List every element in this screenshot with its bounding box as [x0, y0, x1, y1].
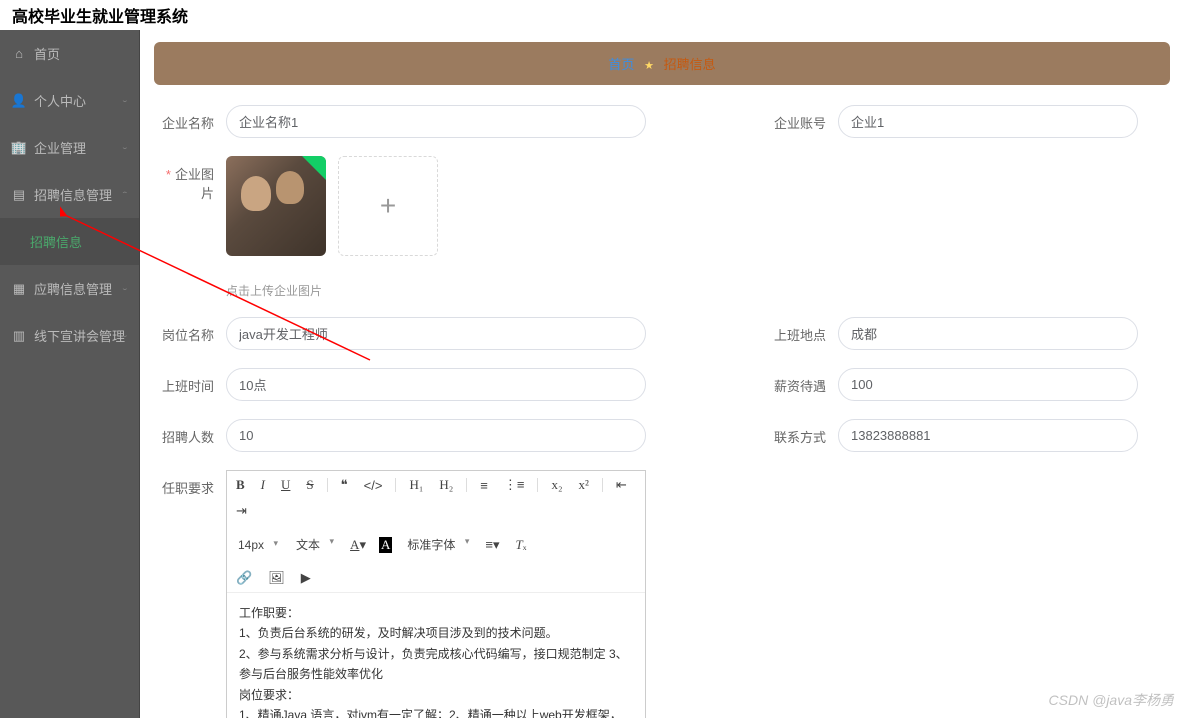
breadcrumb-current: 招聘信息: [664, 57, 716, 72]
contact-input[interactable]: [838, 419, 1138, 452]
image-button[interactable]: 🖼: [265, 568, 288, 588]
chevron-down-icon: ⌄: [121, 97, 129, 104]
block-select[interactable]: 文本: [291, 533, 337, 556]
plus-icon: +: [380, 190, 396, 222]
label-salary: 薪资待遇: [766, 368, 826, 395]
ul-button[interactable]: ⋮≡: [501, 475, 528, 495]
chevron-down-icon: ⌄: [121, 144, 129, 151]
calendar-icon: ▥: [12, 329, 26, 343]
editor-toolbar: B I U S ❝ </> H₁ H₂ ≡ ⋮≡ x₂: [227, 471, 645, 593]
uploaded-image-thumbnail[interactable]: [226, 156, 326, 256]
salary-input[interactable]: [838, 368, 1138, 401]
breadcrumb-home[interactable]: 首页: [608, 57, 634, 72]
label-work-location: 上班地点: [766, 317, 826, 344]
nav-home[interactable]: ⌂ 首页: [0, 30, 139, 77]
nav-label: 线下宣讲会管理: [34, 326, 125, 345]
font-family-select[interactable]: 标准字体: [402, 533, 472, 556]
clear-format-button[interactable]: Tₓ: [513, 535, 530, 555]
align-button[interactable]: ≡▾: [482, 535, 502, 555]
editor-textarea[interactable]: 工作职要： 1、负责后台系统的研发，及时解决项目涉及到的技术问题。 2、参与系统…: [227, 593, 645, 718]
company-account-input[interactable]: [838, 105, 1138, 138]
nav-label: 企业管理: [34, 138, 86, 157]
italic-button[interactable]: I: [258, 475, 268, 495]
company-name-input[interactable]: [226, 105, 646, 138]
rich-text-editor: B I U S ❝ </> H₁ H₂ ≡ ⋮≡ x₂: [226, 470, 646, 718]
h2-button[interactable]: H₂: [436, 475, 456, 495]
check-icon: [302, 156, 326, 180]
job-name-input[interactable]: [226, 317, 646, 350]
indent-button[interactable]: ⇥: [233, 501, 250, 521]
nav-label: 应聘信息管理: [34, 279, 112, 298]
chevron-down-icon: ⌄: [121, 332, 129, 339]
breadcrumb: 首页 ★ 招聘信息: [154, 42, 1170, 85]
nav-label: 首页: [34, 44, 60, 63]
sidebar: ⌂ 首页 👤 个人中心 ⌄ 🏢 企业管理 ⌄ ▤ 招聘信息管理 ⌃ 招聘信息 ▦…: [0, 30, 140, 718]
bg-color-button[interactable]: A: [379, 537, 392, 553]
outdent-button[interactable]: ⇤: [613, 475, 630, 495]
upload-hint: 点击上传企业图片: [226, 282, 438, 299]
work-time-input[interactable]: [226, 368, 646, 401]
label-hire-count: 招聘人数: [154, 419, 214, 446]
building-icon: 🏢: [12, 141, 26, 155]
nav-recruit[interactable]: ▤ 招聘信息管理 ⌃: [0, 171, 139, 218]
label-work-time: 上班时间: [154, 368, 214, 395]
chevron-down-icon: ⌄: [121, 285, 129, 292]
label-company-image: 企业图片: [154, 156, 214, 202]
work-location-input[interactable]: [838, 317, 1138, 350]
label-company-account: 企业账号: [766, 105, 826, 132]
underline-button[interactable]: U: [278, 475, 293, 495]
bold-button[interactable]: B: [233, 475, 248, 495]
chevron-up-icon: ⌃: [121, 191, 129, 198]
file-icon: ▦: [12, 282, 26, 296]
strike-button[interactable]: S: [303, 475, 316, 495]
label-company-name: 企业名称: [154, 105, 214, 132]
home-icon: ⌂: [12, 47, 26, 61]
app-header: 高校毕业生就业管理系统: [0, 0, 1184, 30]
main-content: 首页 ★ 招聘信息 企业名称 企业账号 企业图片: [140, 30, 1184, 718]
nav-recruit-info[interactable]: 招聘信息: [0, 218, 139, 265]
quote-button[interactable]: ❝: [338, 475, 351, 495]
label-contact: 联系方式: [766, 419, 826, 446]
text-color-button[interactable]: A▾: [347, 535, 369, 555]
app-title: 高校毕业生就业管理系统: [12, 3, 188, 27]
user-icon: 👤: [12, 94, 26, 108]
ol-button[interactable]: ≡: [477, 476, 491, 495]
list-icon: ▤: [12, 188, 26, 202]
nav-profile[interactable]: 👤 个人中心 ⌄: [0, 77, 139, 124]
code-button[interactable]: </>: [361, 476, 386, 495]
video-button[interactable]: ▶: [298, 568, 314, 588]
nav-label: 招聘信息管理: [34, 185, 112, 204]
upload-button[interactable]: +: [338, 156, 438, 256]
h1-button[interactable]: H₁: [406, 475, 426, 495]
link-button[interactable]: 🔗: [233, 568, 255, 588]
star-icon: ★: [644, 60, 654, 72]
hire-count-input[interactable]: [226, 419, 646, 452]
superscript-button[interactable]: x²: [576, 475, 592, 495]
nav-label: 个人中心: [34, 91, 86, 110]
label-job-req: 任职要求: [154, 470, 214, 718]
font-size-select[interactable]: 14px: [233, 535, 281, 555]
nav-session[interactable]: ▥ 线下宣讲会管理 ⌄: [0, 312, 139, 359]
label-job-name: 岗位名称: [154, 317, 214, 344]
nav-apply[interactable]: ▦ 应聘信息管理 ⌄: [0, 265, 139, 312]
subscript-button[interactable]: x₂: [548, 475, 565, 495]
nav-company[interactable]: 🏢 企业管理 ⌄: [0, 124, 139, 171]
